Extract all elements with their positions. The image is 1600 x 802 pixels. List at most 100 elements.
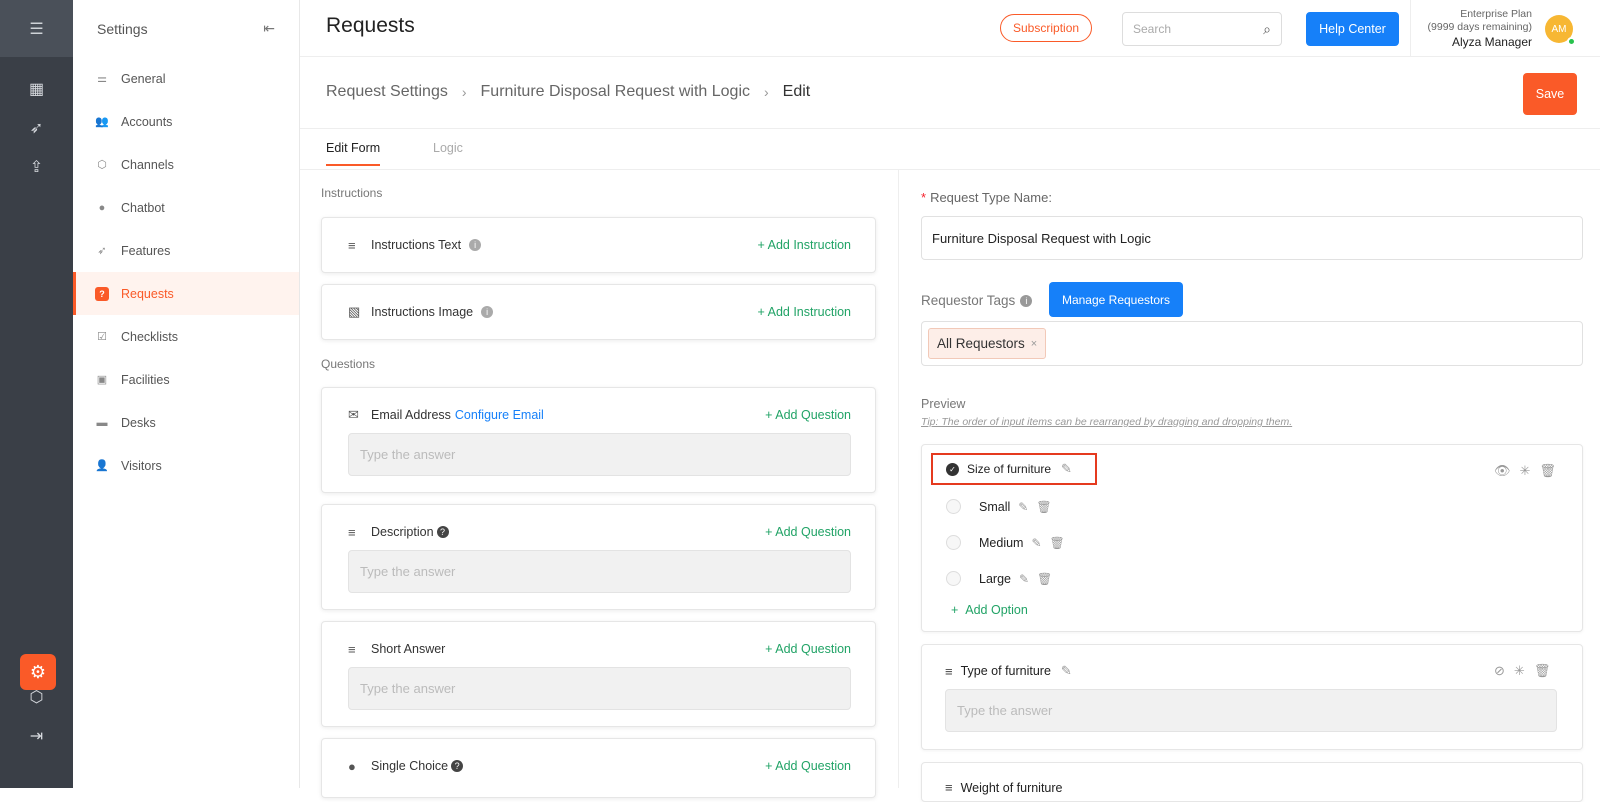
requestor-tags-select[interactable]: All Requestors × (921, 321, 1583, 366)
breadcrumb: Request Settings › Furniture Disposal Re… (326, 83, 810, 101)
radio-button[interactable] (946, 535, 961, 550)
tab-logic[interactable]: Logic (433, 141, 463, 155)
add-instruction-button[interactable]: + Add Instruction (758, 238, 851, 252)
logout-icon[interactable]: ⇥ (0, 721, 73, 751)
rocket-icon[interactable]: ➶ (0, 113, 73, 143)
sidebar-item-label: Channels (121, 157, 174, 172)
manage-requestors-button[interactable]: Manage Requestors (1049, 282, 1183, 317)
save-button[interactable]: Save (1523, 73, 1577, 115)
add-question-button[interactable]: + Add Question (765, 408, 851, 422)
breadcrumb-parent[interactable]: Furniture Disposal Request with Logic (481, 83, 750, 101)
request-type-name-input[interactable]: Furniture Disposal Request with Logic (921, 216, 1583, 260)
answer-input[interactable]: Type the answer (348, 667, 851, 710)
sidebar-title: Settings (97, 20, 148, 37)
trash-icon[interactable]: 🗑 (1534, 663, 1551, 679)
option-item[interactable]: Small ✎ 🗑 (946, 499, 1052, 514)
label-text: Request Type Name (930, 190, 1049, 205)
email-question-card[interactable]: ✉ Email Address Configure Email + Add Qu… (321, 387, 876, 493)
instructions-image-card[interactable]: ▧ Instructions Image i + Add Instruction (321, 284, 876, 340)
visitor-icon: 👤 (95, 460, 109, 472)
required-asterisk-icon[interactable]: ✳ (1520, 463, 1531, 479)
sidebar-item-visitors[interactable]: 👤 Visitors (73, 444, 299, 487)
single-choice-question-card[interactable]: ● Single Choice ? + Add Question (321, 738, 876, 798)
check-circle-icon: ● (348, 758, 356, 774)
add-question-button[interactable]: + Add Question (765, 759, 851, 773)
trash-icon[interactable]: 🗑 (1539, 463, 1556, 479)
edit-pencil-icon[interactable]: ✎ (1018, 500, 1028, 514)
add-instruction-button[interactable]: + Add Instruction (758, 305, 851, 319)
trash-icon[interactable]: 🗑 (1037, 572, 1052, 586)
sidebar-item-requests[interactable]: ? Requests (73, 272, 299, 315)
sidebar-item-desks[interactable]: ▬ Desks (73, 401, 299, 444)
help-icon[interactable]: ? (451, 760, 464, 772)
sidebar-item-checklists[interactable]: ☑ Checklists (73, 315, 299, 358)
search-input[interactable]: Search ⌕ (1122, 12, 1282, 46)
info-icon[interactable]: i (469, 239, 482, 251)
help-center-button[interactable]: Help Center (1306, 12, 1399, 46)
eye-icon[interactable]: 👁 (1494, 463, 1511, 479)
expand-menu-icon[interactable]: ☰ (0, 0, 73, 57)
question-title[interactable]: ✓ Size of furniture ✎ (931, 453, 1097, 485)
sidebar-item-channels[interactable]: ⬡ Channels (73, 143, 299, 186)
breadcrumb-root[interactable]: Request Settings (326, 83, 448, 101)
radio-button[interactable] (946, 571, 961, 586)
chevron-right-icon: › (764, 84, 769, 100)
help-icon[interactable]: ? (436, 526, 449, 538)
required-asterisk-icon[interactable]: ✳ (1514, 663, 1525, 679)
eye-off-icon[interactable]: ⊘ (1494, 663, 1505, 679)
edit-pencil-icon[interactable]: ✎ (1019, 572, 1029, 586)
edit-pencil-icon[interactable]: ✎ (1031, 536, 1041, 550)
top-bar: Requests Subscription Search ⌕ Help Cent… (300, 0, 1600, 57)
tag-label: All Requestors (937, 336, 1025, 351)
answer-input[interactable]: Type the answer (348, 433, 851, 476)
text-lines-icon: ≡ (348, 641, 356, 657)
question-title[interactable]: ≡ Type of furniture ✎ (945, 663, 1072, 679)
option-item[interactable]: Large ✎ 🗑 (946, 571, 1052, 586)
edit-pencil-icon[interactable]: ✎ (1061, 663, 1072, 679)
tabs: Edit Form Logic (300, 129, 1600, 170)
radio-button[interactable] (946, 499, 961, 514)
question-label: Size of furniture (967, 462, 1052, 476)
trash-icon[interactable]: 🗑 (1036, 500, 1051, 514)
option-label: Large (979, 571, 1011, 586)
add-question-button[interactable]: + Add Question (765, 642, 851, 656)
sidebar-item-label: Requests (121, 286, 174, 301)
instructions-text-card[interactable]: ≡ Instructions Text i + Add Instruction (321, 217, 876, 273)
sidebar-item-general[interactable]: ⚌ General (73, 57, 299, 100)
card-label: Instructions Text (371, 238, 462, 252)
sidebar-item-features[interactable]: ➶ Features (73, 229, 299, 272)
edit-pencil-icon[interactable]: ✎ (1061, 461, 1072, 477)
info-icon[interactable]: i (481, 306, 494, 318)
short-answer-question-card[interactable]: ≡ Short Answer + Add Question Type the a… (321, 621, 876, 727)
breadcrumb-bar: Request Settings › Furniture Disposal Re… (300, 57, 1600, 129)
sidebar-item-label: Desks (121, 415, 156, 430)
sidebar-item-label: Visitors (121, 458, 162, 473)
sidebar-item-accounts[interactable]: 👥 Accounts (73, 100, 299, 143)
configure-email-link[interactable]: Configure Email (455, 408, 544, 422)
analytics-icon[interactable]: ⇪ (0, 152, 73, 182)
divider (1410, 0, 1411, 57)
description-question-card[interactable]: ≡ Description ? + Add Question Type the … (321, 504, 876, 610)
add-question-button[interactable]: + Add Question (765, 525, 851, 539)
answer-input[interactable]: Type the answer (945, 689, 1557, 732)
trash-icon[interactable]: 🗑 (1050, 536, 1065, 550)
subscription-button[interactable]: Subscription (1000, 14, 1093, 42)
tag-chip: All Requestors × (928, 328, 1047, 359)
plus-icon: + (951, 603, 959, 617)
answer-input[interactable]: Type the answer (348, 550, 851, 593)
instructions-section-label: Instructions (321, 186, 383, 200)
sidebar-item-chatbot[interactable]: ● Chatbot (73, 186, 299, 229)
tab-edit-form[interactable]: Edit Form (326, 141, 381, 166)
add-option-button[interactable]: + Add Option (951, 603, 1028, 617)
sidebar-item-facilities[interactable]: ▣ Facilities (73, 358, 299, 401)
collapse-sidebar-icon[interactable]: ⇤ (263, 20, 275, 37)
option-label: Small (979, 499, 1011, 514)
option-item[interactable]: Medium ✎ 🗑 (946, 535, 1065, 550)
close-icon[interactable]: × (1031, 338, 1037, 350)
info-icon[interactable]: i (1020, 294, 1033, 307)
search-icon[interactable]: ⌕ (1263, 21, 1271, 38)
question-icon: ? (95, 286, 109, 301)
dashboard-icon[interactable]: ▦ (0, 74, 73, 104)
package-icon[interactable]: ⬡ (0, 682, 73, 712)
question-actions: 👁 ✳ 🗑 (1494, 463, 1556, 479)
